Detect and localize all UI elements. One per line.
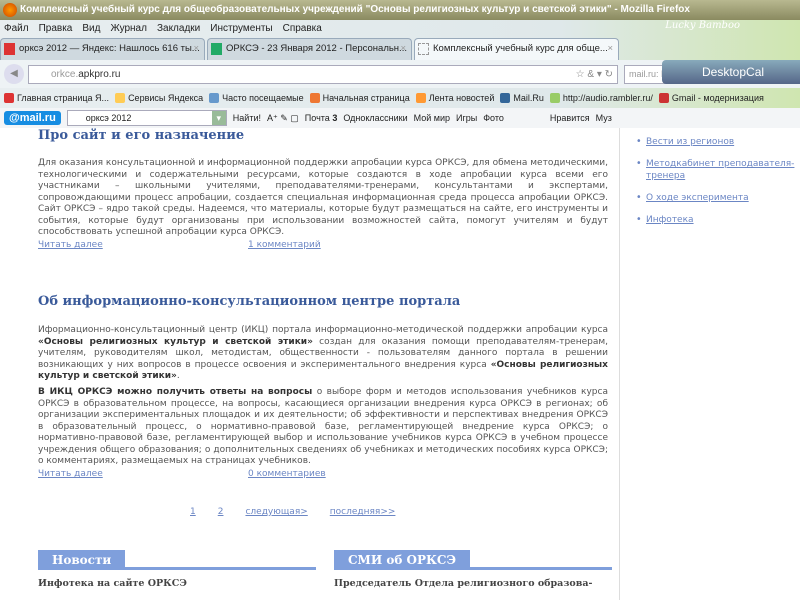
bookmark-item[interactable]: http://audio.rambler.ru/: [549, 88, 653, 108]
menu-help[interactable]: Справка: [283, 20, 322, 38]
media-item[interactable]: Председатель Отдела религиозного образов…: [334, 578, 592, 589]
comments-link[interactable]: 1 комментарий: [248, 240, 321, 250]
menu-bookmarks[interactable]: Закладки: [157, 20, 200, 38]
article-text: В ИКЦ ОРКСЭ можно получить ответы на воп…: [38, 387, 608, 466]
tab-current[interactable]: Комплексный учебный курс для обще... ×: [414, 38, 619, 60]
back-arrow-icon[interactable]: ◀: [4, 64, 24, 84]
page-2-link[interactable]: 2: [218, 507, 224, 517]
main-content: Про сайт и его назначение Для оказания к…: [0, 128, 620, 600]
bookmark-item[interactable]: Gmail - модернизация: [658, 88, 764, 108]
bookmark-item[interactable]: Сервисы Яндекса: [115, 88, 203, 108]
tab-orkse[interactable]: ОРКСЭ - 23 Января 2012 - Персональн... ×: [207, 38, 412, 60]
menu-history[interactable]: Журнал: [110, 20, 147, 38]
sidebar: Вести из регионов Методкабинет преподава…: [628, 128, 800, 600]
menu-tools[interactable]: Инструменты: [210, 20, 272, 38]
last-page-link[interactable]: последняя>>: [330, 507, 396, 517]
read-more-link[interactable]: Читать далее: [38, 469, 103, 479]
article-title: Об информационно-консультационном центре…: [38, 294, 461, 309]
my-world-button[interactable]: Мой мир: [414, 113, 450, 123]
article-text: Для оказания консультационной и информац…: [38, 158, 608, 237]
odnoklassniki-button[interactable]: Одноклассники: [343, 113, 407, 123]
article-text: Иформационно-консультационный центр (ИКЦ…: [38, 325, 608, 381]
menu-edit[interactable]: Правка: [39, 20, 73, 38]
tab-label: Комплексный учебный курс для обще...: [433, 43, 608, 54]
next-page-link[interactable]: следующая>: [245, 507, 307, 517]
find-button[interactable]: Найти!: [233, 113, 261, 123]
mailru-search-input[interactable]: оркcэ 2012: [66, 110, 227, 126]
theme-label: Lucky Bamboo: [665, 20, 740, 31]
toolbar-tools-icon[interactable]: A⁺ ✎ ▢: [267, 113, 299, 124]
comments-link[interactable]: 0 комментариев: [248, 469, 326, 479]
desktopcal-widget[interactable]: DesktopCal: [662, 60, 800, 84]
bookmark-item[interactable]: Начальная страница: [309, 88, 410, 108]
menu-view[interactable]: Вид: [82, 20, 100, 38]
mailru-toolbar: @mail.ru оркcэ 2012 Найти! A⁺ ✎ ▢ Почта …: [0, 108, 800, 128]
like-button[interactable]: Нравится: [550, 113, 590, 123]
article-links: Читать далее 1 комментарий: [38, 240, 321, 250]
yandex-icon: [4, 43, 15, 55]
sidebar-link-methodroom[interactable]: Методкабинет преподавателя-тренера: [636, 158, 796, 182]
window-title: Комплексный учебный курс для общеобразов…: [20, 4, 690, 15]
games-button[interactable]: Игры: [456, 113, 477, 123]
news-section-header: Новости: [38, 550, 316, 570]
mail-button[interactable]: Почта 3: [305, 113, 338, 123]
page-1-link[interactable]: 1: [190, 507, 196, 517]
media-section-header: СМИ об ОРКСЭ: [334, 550, 612, 570]
window-title-bar: Комплексный учебный курс для общеобразов…: [0, 0, 800, 20]
sidebar-link-experiment[interactable]: О ходе эксперимента: [636, 192, 796, 204]
url-domain: apkpro.ru: [78, 69, 121, 80]
site-icon: [211, 43, 222, 55]
read-more-link[interactable]: Читать далее: [38, 240, 103, 250]
url-prefix: orkce.: [51, 69, 79, 80]
bookmark-item[interactable]: Часто посещаемые: [209, 88, 304, 108]
navigation-bar: ◀ orkce.apkpro.ru☆ & ▾ ↻ mail.ru: Поиск …: [0, 60, 800, 88]
menu-file[interactable]: Файл: [4, 20, 29, 38]
tab-label: ОРКСЭ - 23 Января 2012 - Персональн...: [226, 43, 407, 54]
music-button[interactable]: Муз: [596, 113, 612, 123]
mailru-logo[interactable]: @mail.ru: [4, 111, 61, 125]
address-bar[interactable]: orkce.apkpro.ru ☆ & ▾ ↻: [28, 65, 618, 84]
sidebar-link-infoteka[interactable]: Инфотека: [636, 214, 796, 226]
sidebar-link-regions[interactable]: Вести из регионов: [636, 136, 796, 148]
menu-bar: Файл Правка Вид Журнал Закладки Инструме…: [0, 20, 322, 38]
tab-label: оркcэ 2012 — Яндекс: Нашлось 616 ты...: [19, 43, 200, 54]
bookmarks-bar: Главная страница Я... Сервисы Яндекса Ча…: [0, 88, 764, 108]
firefox-icon: [3, 3, 17, 17]
photo-button[interactable]: Фото: [483, 113, 504, 123]
article-title: Про сайт и его назначение: [38, 128, 245, 143]
article-links: Читать далее 0 комментариев: [38, 469, 326, 479]
news-item[interactable]: Инфотека на сайте ОРКСЭ: [38, 578, 187, 589]
tab-strip: оркcэ 2012 — Яндекс: Нашлось 616 ты... × …: [0, 38, 621, 60]
close-tab-icon[interactable]: ×: [193, 39, 199, 59]
bookmark-item[interactable]: Главная страница Я...: [4, 88, 109, 108]
page-icon: [418, 43, 429, 55]
desktopcal-label: DesktopCal: [702, 65, 765, 79]
bookmark-item[interactable]: Mail.Ru: [500, 88, 544, 108]
tab-yandex[interactable]: оркcэ 2012 — Яндекс: Нашлось 616 ты... ×: [0, 38, 205, 60]
close-tab-icon[interactable]: ×: [400, 39, 406, 59]
close-tab-icon[interactable]: ×: [607, 39, 613, 59]
pagination: 1 2 следующая> последняя>>: [190, 507, 395, 517]
bookmark-item[interactable]: Лента новостей: [415, 88, 494, 108]
browser-chrome: Файл Правка Вид Журнал Закладки Инструме…: [0, 20, 800, 128]
bookmark-star-icon[interactable]: ☆ & ▾ ↻: [576, 66, 613, 83]
